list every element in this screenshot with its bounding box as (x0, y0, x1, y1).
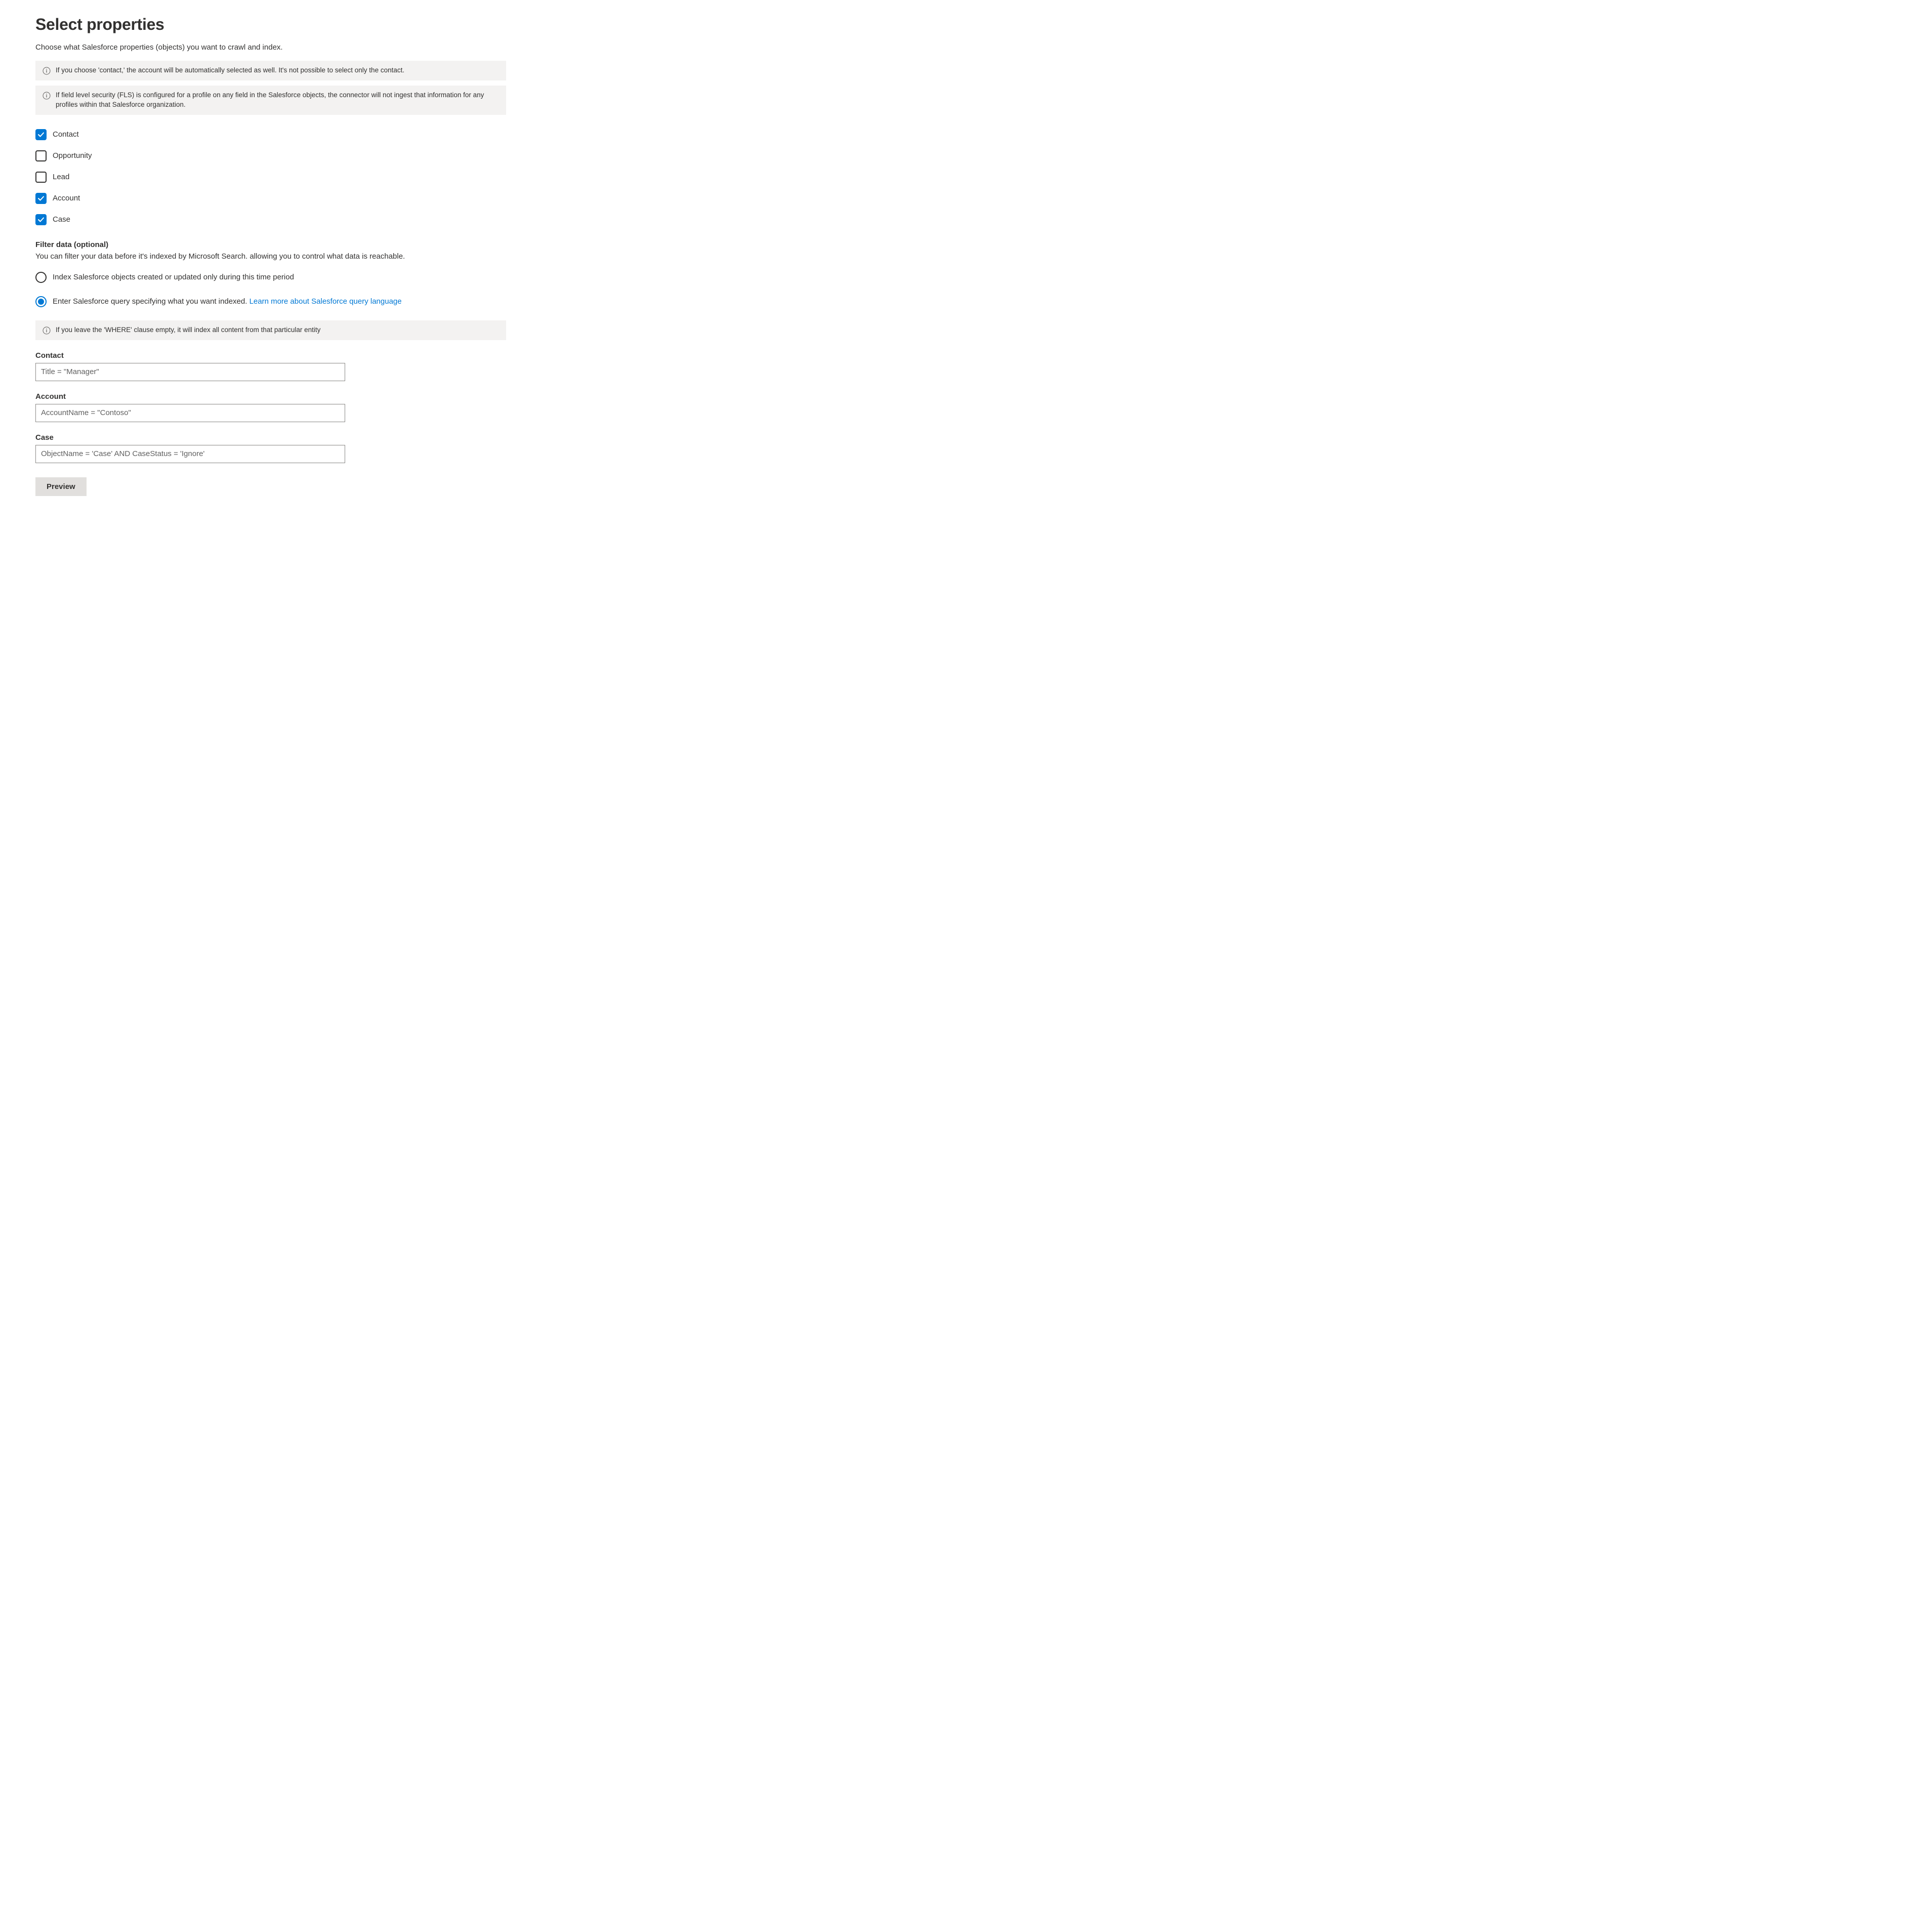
info-icon (43, 92, 51, 100)
checkbox-row-contact: Contact (35, 129, 506, 140)
filter-heading: Filter data (optional) (35, 240, 506, 249)
radio-label-text: Enter Salesforce query specifying what y… (53, 297, 250, 306)
page-subtitle: Choose what Salesforce properties (objec… (35, 43, 506, 52)
info-text: If you leave the 'WHERE' clause empty, i… (56, 325, 320, 335)
info-bar-where: If you leave the 'WHERE' clause empty, i… (35, 320, 506, 340)
checkbox-label[interactable]: Opportunity (53, 151, 92, 160)
checkbox-contact[interactable] (35, 129, 47, 140)
preview-button[interactable]: Preview (35, 477, 87, 496)
info-text: If you choose 'contact,' the account wil… (56, 66, 404, 75)
field-block-contact: Contact (35, 351, 506, 381)
query-input-case[interactable] (35, 445, 345, 463)
field-label: Case (35, 433, 506, 442)
checkbox-label[interactable]: Account (53, 194, 80, 202)
info-bar-contact: If you choose 'contact,' the account wil… (35, 61, 506, 80)
radio-time-period[interactable] (35, 272, 47, 283)
checkbox-label[interactable]: Case (53, 215, 70, 224)
radio-row-query: Enter Salesforce query specifying what y… (35, 296, 506, 307)
filter-desc: You can filter your data before it's ind… (35, 252, 506, 261)
field-label: Account (35, 392, 506, 401)
page-title: Select properties (35, 15, 506, 34)
info-icon (43, 326, 51, 335)
radio-query[interactable] (35, 296, 47, 307)
field-label: Contact (35, 351, 506, 360)
learn-more-link[interactable]: Learn more about Salesforce query langua… (250, 297, 402, 306)
checkbox-row-lead: Lead (35, 172, 506, 183)
info-text: If field level security (FLS) is configu… (56, 91, 499, 110)
checkbox-group: Contact Opportunity Lead Account Case (35, 129, 506, 225)
field-block-account: Account (35, 392, 506, 422)
radio-label[interactable]: Enter Salesforce query specifying what y… (53, 297, 402, 306)
checkbox-opportunity[interactable] (35, 150, 47, 161)
radio-row-time-period: Index Salesforce objects created or upda… (35, 272, 506, 283)
field-block-case: Case (35, 433, 506, 463)
checkbox-lead[interactable] (35, 172, 47, 183)
query-input-contact[interactable] (35, 363, 345, 381)
info-icon (43, 67, 51, 75)
checkbox-row-opportunity: Opportunity (35, 150, 506, 161)
info-bar-fls: If field level security (FLS) is configu… (35, 86, 506, 115)
radio-label[interactable]: Index Salesforce objects created or upda… (53, 273, 294, 281)
checkbox-row-account: Account (35, 193, 506, 204)
checkbox-label[interactable]: Contact (53, 130, 79, 139)
checkbox-label[interactable]: Lead (53, 173, 69, 181)
checkbox-row-case: Case (35, 214, 506, 225)
checkbox-case[interactable] (35, 214, 47, 225)
checkbox-account[interactable] (35, 193, 47, 204)
query-input-account[interactable] (35, 404, 345, 422)
